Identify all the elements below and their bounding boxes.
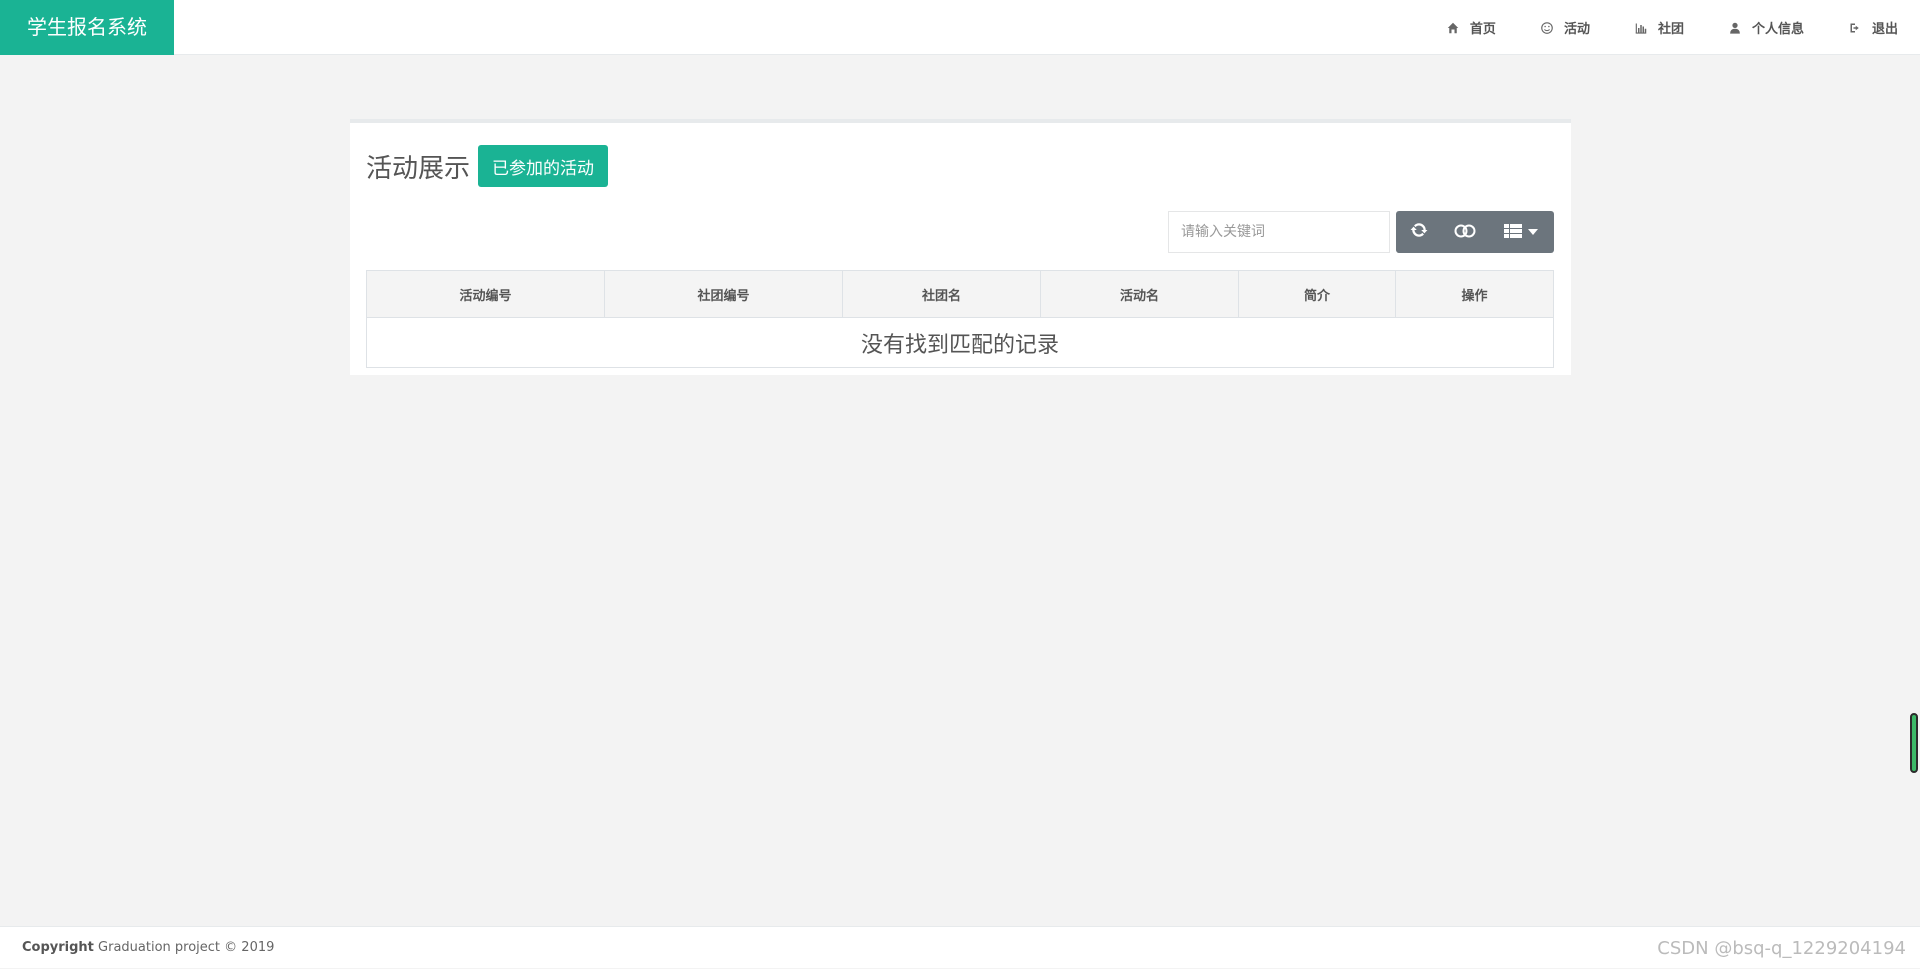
footer: Copyright Graduation project © 2019 — [0, 926, 1920, 968]
column-header[interactable]: 操作 — [1396, 271, 1553, 317]
activity-table: 活动编号 社团编号 社团名 活动名 简介 操作 没有找到匹配的记录 — [366, 270, 1554, 368]
toggle-icon — [1454, 223, 1476, 242]
copyright-label: Copyright — [22, 940, 94, 955]
column-header[interactable]: 活动编号 — [367, 271, 605, 317]
nav-menu: 首页 活动 社团 个人信息 退出 — [1424, 0, 1920, 55]
table-toolbar — [1396, 211, 1554, 253]
copyright-text: Graduation project © 2019 — [93, 940, 275, 955]
smile-icon — [1540, 21, 1554, 35]
nav-item-home[interactable]: 首页 — [1424, 0, 1518, 55]
empty-message: 没有找到匹配的记录 — [860, 332, 1059, 358]
column-header[interactable]: 社团名 — [843, 271, 1041, 317]
activity-panel: 活动展示 已参加的活动 活动编号 社团编号 社团名 活 — [350, 119, 1571, 375]
home-icon — [1446, 21, 1460, 35]
brand-title[interactable]: 学生报名系统 — [0, 0, 174, 55]
nav-item-activities[interactable]: 活动 — [1518, 0, 1612, 55]
user-icon — [1728, 21, 1742, 35]
search-input[interactable] — [1168, 211, 1390, 253]
columns-dropdown-button[interactable] — [1488, 211, 1554, 253]
column-header[interactable]: 简介 — [1239, 271, 1396, 317]
panel-header: 活动展示 已参加的活动 — [366, 145, 609, 187]
page-title: 活动展示 — [366, 153, 471, 184]
nav-item-logout[interactable]: 退出 — [1826, 0, 1920, 55]
columns-icon — [1504, 223, 1522, 242]
nav-item-label: 退出 — [1871, 22, 1898, 37]
joined-activities-button[interactable]: 已参加的活动 — [478, 145, 609, 187]
column-header[interactable]: 活动名 — [1041, 271, 1239, 317]
refresh-icon — [1410, 221, 1428, 243]
watermark: CSDN @bsq-q_1229204194 — [1657, 938, 1906, 959]
column-header[interactable]: 社团编号 — [605, 271, 843, 317]
nav-item-label: 社团 — [1657, 22, 1684, 37]
caret-down-icon — [1528, 229, 1538, 235]
nav-item-label: 首页 — [1469, 22, 1496, 37]
top-navbar: 学生报名系统 首页 活动 社团 个人信息 退出 — [0, 0, 1920, 55]
scrollbar-thumb[interactable] — [1910, 713, 1918, 773]
bar-chart-icon — [1634, 21, 1648, 35]
nav-item-clubs[interactable]: 社团 — [1612, 0, 1706, 55]
table-header: 活动编号 社团编号 社团名 活动名 简介 操作 — [367, 271, 1553, 318]
nav-item-label: 活动 — [1563, 22, 1590, 37]
nav-item-profile[interactable]: 个人信息 — [1706, 0, 1826, 55]
sign-out-icon — [1848, 21, 1862, 35]
toggle-view-button[interactable] — [1442, 211, 1488, 253]
refresh-button[interactable] — [1396, 211, 1442, 253]
nav-item-label: 个人信息 — [1751, 22, 1804, 37]
